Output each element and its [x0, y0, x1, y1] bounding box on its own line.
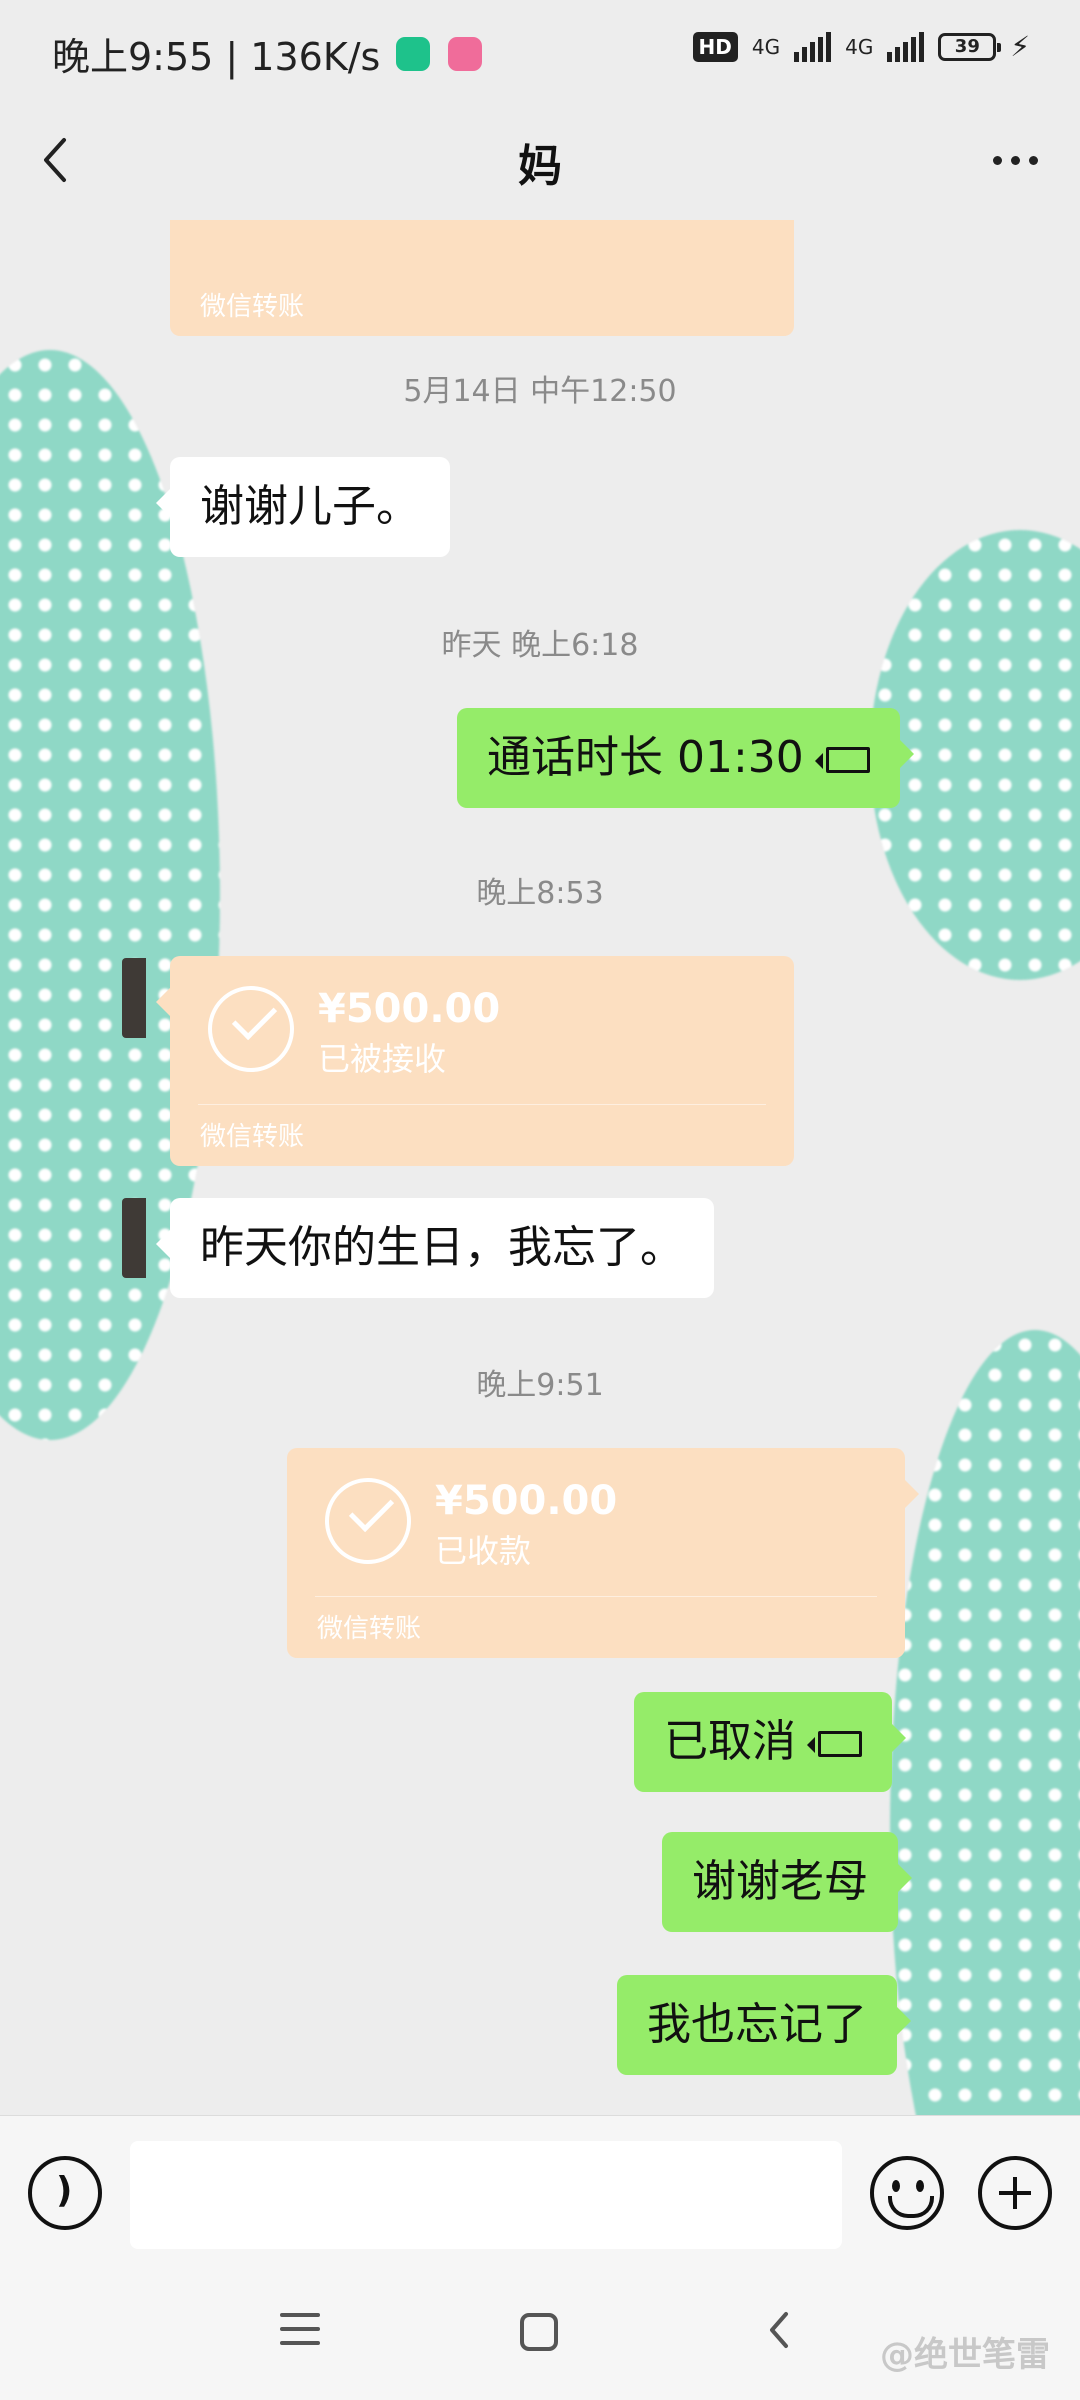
transfer-amount: ¥500.00 — [318, 986, 501, 1032]
chat-title: 妈 — [518, 141, 562, 192]
status-left: 晚上9:55 | 136K/s — [52, 26, 483, 81]
timestamp: 昨天 晚上6:18 — [441, 628, 639, 663]
status-time-speed: 晚上9:55 | 136K/s — [52, 35, 381, 79]
transfer-card-received[interactable]: ¥500.00 已被接收 微信转账 — [156, 956, 794, 1166]
plus-icon[interactable] — [978, 2156, 1052, 2230]
video-call-icon — [807, 1731, 862, 1757]
dotted-blob-right-bottom — [890, 1330, 1080, 2115]
emoji-icon[interactable] — [870, 2156, 944, 2230]
video-call-icon — [814, 747, 870, 773]
status-bar: 晚上9:55 | 136K/s HD 4G 4G 39 ⚡ — [0, 0, 1080, 100]
transfer-divider — [198, 1104, 766, 1105]
transfer-card-sent[interactable]: ¥500.00 已收款 微信转账 — [287, 1448, 919, 1658]
chat-header: 妈 — [0, 100, 1080, 220]
check-circle-icon — [325, 1478, 411, 1564]
avatar[interactable] — [122, 958, 146, 1038]
call-cancelled-label: 已取消 — [664, 1716, 796, 1767]
transfer-footer: 微信转账 — [200, 1122, 305, 1152]
hd-badge: HD — [692, 31, 738, 62]
timestamp: 晚上9:51 — [476, 1368, 604, 1403]
nav-back-icon[interactable] — [760, 2310, 800, 2350]
sent-call-record[interactable]: 通话时长 01:30 — [457, 708, 914, 808]
charging-icon: ⚡ — [1010, 30, 1030, 63]
sent-message[interactable]: 谢谢老母 — [662, 1832, 912, 1932]
timestamp: 5月14日 中午12:50 — [403, 374, 677, 409]
net-label-1: 4G — [751, 34, 781, 59]
received-message[interactable]: 谢谢儿子。 — [156, 457, 450, 557]
nav-home-icon[interactable] — [520, 2313, 558, 2351]
app-bilibili-icon — [448, 36, 483, 71]
avatar[interactable] — [122, 1198, 146, 1278]
transfer-status: 已收款 — [435, 1532, 532, 1570]
call-duration-label: 通话时长 01:30 — [487, 732, 804, 783]
received-message[interactable]: 昨天你的生日，我忘了。 — [156, 1198, 714, 1298]
watermark: @绝世笔雷 — [880, 2335, 1050, 2375]
chat-area[interactable]: 微信转账 5月14日 中午12:50 谢谢儿子。 昨天 晚上6:18 通话时长 … — [0, 220, 1080, 2115]
status-right: HD 4G 4G 39 ⚡ — [692, 30, 1030, 63]
timestamp: 晚上8:53 — [476, 876, 604, 911]
voice-icon[interactable] — [28, 2156, 102, 2230]
signal-icon-2 — [887, 31, 925, 62]
transfer-status: 已被接收 — [318, 1040, 447, 1078]
message-input[interactable] — [130, 2141, 842, 2249]
transfer-divider — [315, 1596, 877, 1597]
transfer-footer: 微信转账 — [200, 292, 305, 322]
app-shield-icon — [396, 36, 431, 71]
transfer-card-partial[interactable]: 微信转账 — [170, 220, 794, 336]
net-label-2: 4G — [845, 34, 874, 59]
transfer-footer: 微信转账 — [317, 1614, 422, 1644]
nav-menu-icon[interactable] — [280, 2313, 320, 2353]
system-nav-bar: @绝世笔雷 — [0, 2275, 1080, 2400]
signal-icon — [794, 31, 832, 62]
input-bar — [0, 2115, 1080, 2276]
sent-call-record[interactable]: 已取消 — [634, 1692, 906, 1792]
transfer-amount: ¥500.00 — [435, 1478, 618, 1524]
battery-icon: 39 — [938, 32, 1002, 61]
more-dots-icon[interactable] — [980, 130, 1050, 190]
sent-message[interactable]: 我也忘记了 — [617, 1975, 911, 2075]
check-circle-icon — [208, 986, 294, 1072]
